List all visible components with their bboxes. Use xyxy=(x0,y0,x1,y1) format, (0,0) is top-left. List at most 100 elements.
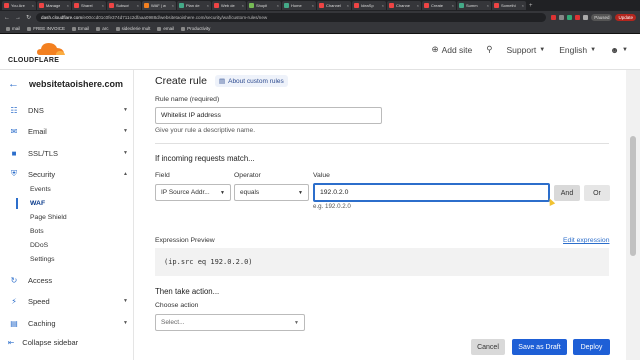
reload-icon[interactable]: ↻ xyxy=(26,14,31,21)
sidebar-sub-page-shield[interactable]: Page Shield xyxy=(30,214,67,221)
browser-tab[interactable]: WAF | w × xyxy=(142,1,176,10)
bookmark-item[interactable]: email xyxy=(157,26,174,31)
user-menu[interactable]: ☻ ▼ xyxy=(610,45,628,55)
sidebar-sub-bots[interactable]: Bots xyxy=(30,228,44,235)
browser-tab[interactable]: Summ × xyxy=(457,1,491,10)
bookmark-item[interactable]: Email xyxy=(72,26,89,31)
browser-tab-bar: You Are × Manage × Sharel × Subscri × WAF | w × Pl… xyxy=(0,0,640,11)
extension-icon[interactable] xyxy=(551,15,557,20)
sidebar-item-label: DNS xyxy=(28,105,44,115)
collapse-sidebar-button[interactable]: ⇤ Collapse sidebar xyxy=(8,338,78,347)
sidebar-sub-events[interactable]: Events xyxy=(30,186,51,193)
close-tab-icon[interactable]: × xyxy=(382,3,384,8)
browser-tab[interactable]: Create × xyxy=(422,1,456,10)
extension-icon[interactable] xyxy=(575,15,581,20)
browser-tab[interactable]: Sharel × xyxy=(72,1,106,10)
favicon-icon xyxy=(459,3,464,8)
deploy-button[interactable]: Deploy xyxy=(573,339,610,355)
close-tab-icon[interactable]: × xyxy=(312,3,314,8)
sidebar-item-security[interactable]: ⛨ Security ▲ xyxy=(8,167,128,181)
browser-tab[interactable]: Manage × xyxy=(37,1,71,10)
sidebar-item-access[interactable]: ↻ Access xyxy=(8,273,128,287)
bookmark-item[interactable]: arc xyxy=(96,26,109,31)
browser-tab[interactable]: Web de × xyxy=(212,1,246,10)
close-tab-icon[interactable]: × xyxy=(137,3,139,8)
language-menu[interactable]: English ▼ xyxy=(559,45,596,55)
bookmark-item[interactable]: FREE INVOICE xyxy=(27,26,65,31)
close-tab-icon[interactable]: × xyxy=(487,3,489,8)
page-scrollbar[interactable] xyxy=(626,70,640,360)
and-button[interactable]: And xyxy=(554,185,580,201)
sidebar-item-speed[interactable]: ⚡ Speed ▼ xyxy=(8,294,128,308)
browser-tab[interactable]: Channe × xyxy=(387,1,421,10)
update-button[interactable]: Update xyxy=(615,14,636,21)
browser-tab[interactable]: You Are × xyxy=(2,1,36,10)
close-tab-icon[interactable]: × xyxy=(172,3,174,8)
or-button[interactable]: Or xyxy=(584,185,610,201)
sidebar-sub-settings[interactable]: Settings xyxy=(30,256,55,263)
cancel-button[interactable]: Cancel xyxy=(471,339,505,355)
sidebar-sub-waf[interactable]: WAF xyxy=(30,200,45,207)
save-as-draft-button[interactable]: Save as Draft xyxy=(512,339,567,355)
favicon-icon xyxy=(109,3,114,8)
close-tab-icon[interactable]: × xyxy=(207,3,209,8)
browser-tab-label: Shopif xyxy=(256,3,268,8)
extension-icon[interactable] xyxy=(583,15,589,20)
sidebar-item-ssl-tls[interactable]: ■ SSL/TLS ▼ xyxy=(8,146,128,160)
about-custom-rules-link[interactable]: ▤ About custom rules xyxy=(214,75,288,87)
browser-tab[interactable]: Plan de × xyxy=(177,1,211,10)
close-tab-icon[interactable]: × xyxy=(32,3,34,8)
close-tab-icon[interactable]: × xyxy=(102,3,104,8)
action-select[interactable]: Select... ▼ xyxy=(155,314,305,331)
close-tab-icon[interactable]: × xyxy=(277,3,279,8)
sidebar-item-dns[interactable]: ☷ DNS ▼ xyxy=(8,103,128,117)
rule-name-input[interactable]: Whitelist IP address xyxy=(155,107,382,124)
browser-tab-label: Subscri xyxy=(116,3,130,8)
collapse-icon: ⇤ xyxy=(8,338,15,347)
new-tab-icon[interactable]: + xyxy=(529,3,533,9)
bookmark-item[interactable]: mail xyxy=(6,26,20,31)
sidebar-sub-ddos[interactable]: DDoS xyxy=(30,242,48,249)
back-arrow-icon[interactable]: ← xyxy=(8,78,19,90)
chevron-down-icon: ▼ xyxy=(622,46,628,53)
forward-nav-icon[interactable]: → xyxy=(15,15,21,21)
scrollbar-thumb[interactable] xyxy=(630,136,636,256)
cloudflare-logo[interactable]: CLOUDFLARE xyxy=(8,40,65,66)
browser-tab[interactable]: Home × xyxy=(282,1,316,10)
edit-expression-link[interactable]: Edit expression xyxy=(563,237,609,244)
close-tab-icon[interactable]: × xyxy=(242,3,244,8)
profile-button[interactable]: Paused xyxy=(591,14,613,21)
back-nav-icon[interactable]: ← xyxy=(4,15,10,21)
support-label: Support xyxy=(506,44,537,55)
browser-tab-label: Sharel xyxy=(81,3,93,8)
value-input[interactable]: 192.0.2.0 xyxy=(313,183,550,202)
search-icon[interactable]: ⚲ xyxy=(486,44,492,55)
sidebar-item-label: Access xyxy=(28,275,53,285)
sidebar-item-email[interactable]: ✉ Email ▼ xyxy=(8,124,128,138)
operator-select[interactable]: equals ▼ xyxy=(234,184,309,201)
browser-tab[interactable]: Shopif × xyxy=(247,1,281,10)
sidebar-item-label: SSL/TLS xyxy=(28,148,59,158)
extension-icon[interactable] xyxy=(559,15,565,20)
bookmark-item[interactable]: Productivity xyxy=(181,26,210,31)
bookmark-item[interactable]: sideclerie mult xyxy=(115,26,150,31)
close-tab-icon[interactable]: × xyxy=(67,3,69,8)
support-menu[interactable]: Support ▼ xyxy=(507,45,546,55)
extension-icon[interactable] xyxy=(567,15,573,20)
close-tab-icon[interactable]: × xyxy=(522,3,524,8)
add-site-button[interactable]: ⊕ Add site xyxy=(431,44,472,55)
browser-tab[interactable]: IdeaSp × xyxy=(352,1,386,10)
browser-tab-label: Summ xyxy=(466,3,478,8)
sidebar-item-caching[interactable]: ▤ Caching ▼ xyxy=(8,316,128,330)
browser-tab[interactable]: Subscri × xyxy=(107,1,141,10)
sidebar-item-label: Security xyxy=(28,169,56,179)
close-tab-icon[interactable]: × xyxy=(452,3,454,8)
browser-tab[interactable]: Somethi × xyxy=(492,1,526,10)
browser-tab[interactable]: Channel × xyxy=(317,1,351,10)
close-tab-icon[interactable]: × xyxy=(417,3,419,8)
favicon-icon xyxy=(494,3,499,8)
field-select[interactable]: IP Source Addr... ▼ xyxy=(155,184,231,201)
url-input[interactable]: dash.cloudflare.com/e00ccd01c0fe374d711c… xyxy=(36,13,547,22)
favicon-icon xyxy=(284,3,289,8)
close-tab-icon[interactable]: × xyxy=(347,3,349,8)
